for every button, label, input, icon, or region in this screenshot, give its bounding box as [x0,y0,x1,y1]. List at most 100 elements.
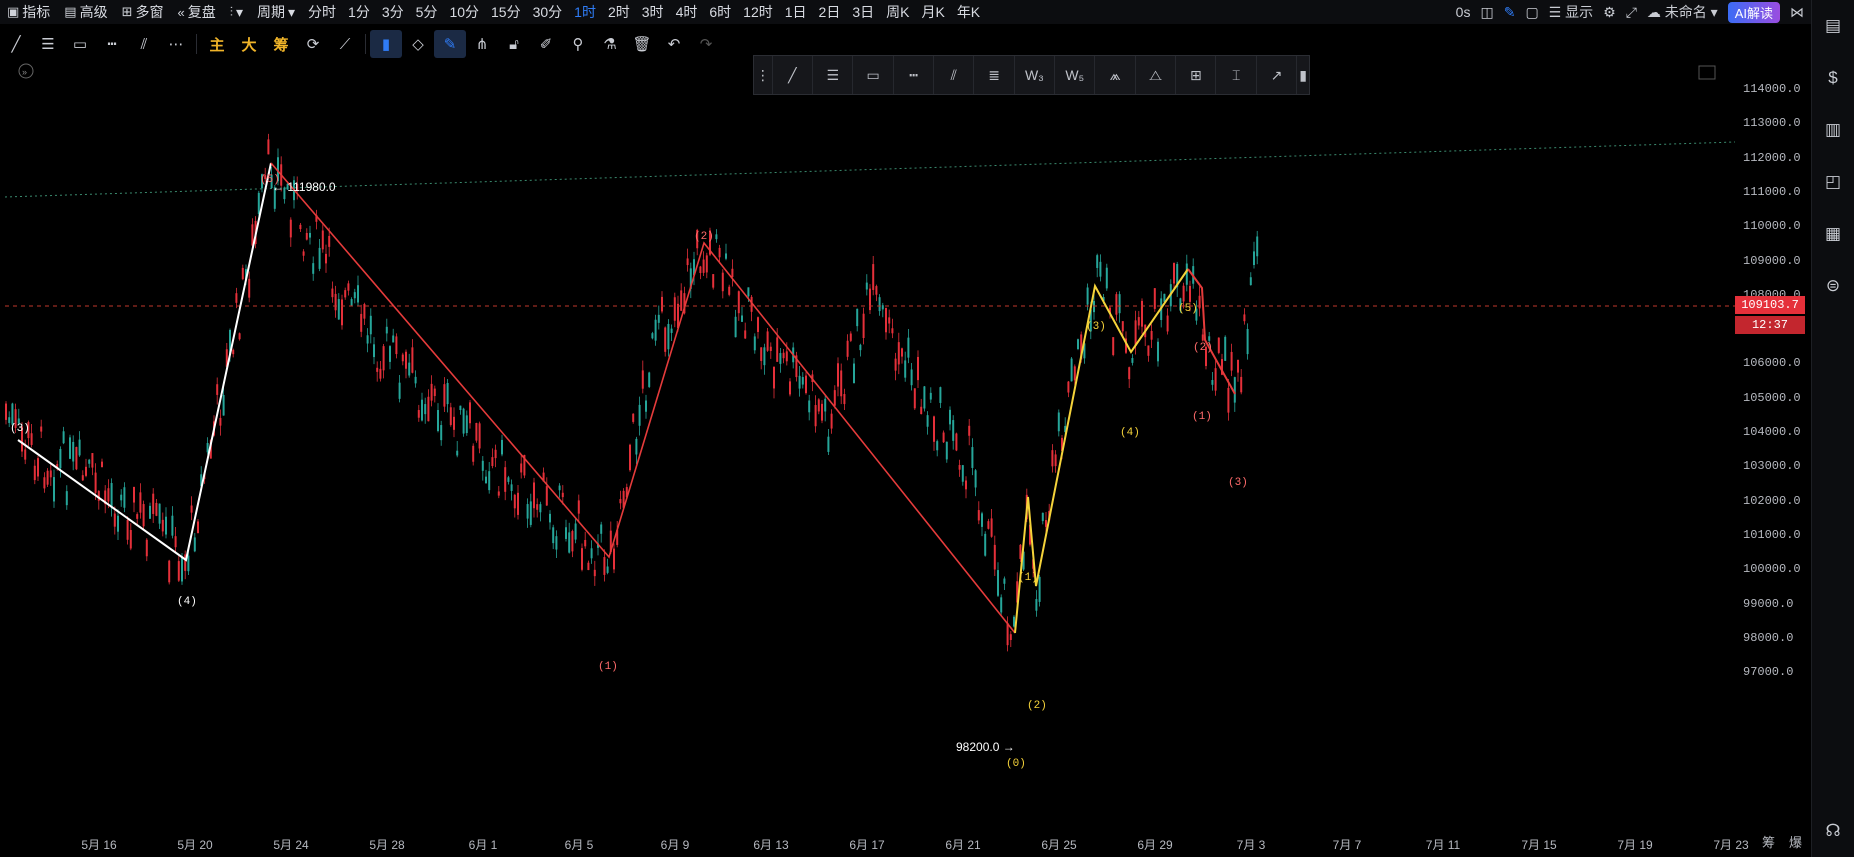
bar-chart-icon[interactable]: ▥ [1812,104,1854,156]
candle-body [801,377,804,385]
price-axis[interactable]: 114000.0 113000.0 112000.0 111000.0 110000.0… [1735,60,1812,832]
candle-body [993,544,996,570]
redo-icon[interactable]: ↷ [690,30,722,58]
chart-type-button[interactable]: ⫶ ▾ [223,4,250,21]
pencil-icon[interactable]: ✎ [1504,4,1516,21]
calendar-icon[interactable]: ▦ [1812,208,1854,260]
line-tool-icon[interactable]: ╱ [773,56,814,94]
period-17[interactable]: 月K [915,2,950,22]
chip-toggle[interactable]: 筹 [1762,832,1775,851]
horizontal-lines-icon[interactable]: ☰ [32,30,64,58]
period-13[interactable]: 1日 [779,2,813,22]
fullscreen-icon[interactable]: ⤢ [1626,4,1637,21]
period-15[interactable]: 3日 [846,2,880,22]
bookmark-icon[interactable]: ▮ [370,30,402,58]
drag-handle-icon[interactable]: ⋮ [754,56,773,94]
period-12[interactable]: 12时 [737,2,779,22]
ai-interpret-button[interactable]: AI解读 [1727,1,1780,23]
candle-body [510,484,513,491]
triangle-tool-icon[interactable]: ⧍ [1136,56,1177,94]
layout-icon[interactable]: ▢ [1525,4,1538,21]
period-16[interactable]: 周K [880,2,915,22]
headset-icon[interactable]: ☊ [1812,805,1854,857]
burst-toggle[interactable]: 爆 [1789,832,1802,851]
red-wave-line[interactable] [270,162,1016,634]
arrow-tool-icon[interactable]: ↗ [1257,56,1298,94]
indicators-button[interactable]: ▣ 指标 [0,2,57,22]
period-4[interactable]: 10分 [443,2,485,22]
undo-icon[interactable]: ↶ [658,30,690,58]
period-1[interactable]: 1分 [342,2,376,22]
time-tick: 7月 7 [1332,838,1362,852]
share-icon[interactable]: ⋈ [1790,4,1804,21]
candle-body [629,444,631,471]
red-small-wave-line[interactable] [1187,268,1236,395]
price-chart[interactable]: (3) (4) (5) (1) (2) (0) (1) (2) (3) (4) … [0,60,1735,832]
period-2[interactable]: 3分 [376,2,410,22]
cloud-layout-button[interactable]: ☁ 未命名 ▾ [1647,2,1718,22]
period-0[interactable]: 分时 [302,2,342,22]
period-7[interactable]: 1时 [568,2,602,22]
white-wave-line[interactable] [17,162,272,562]
main-tool-button[interactable]: 主 [201,30,233,58]
maximize-pane-icon[interactable] [1698,65,1716,80]
period-11[interactable]: 6时 [703,2,737,22]
advanced-button[interactable]: ▤ 高级 [57,2,114,22]
multi-window-button[interactable]: ⊞ 多窗 [115,2,171,22]
time-axis[interactable]: 5月 16 5月 20 5月 24 5月 28 6月 1 6月 5 6月 9 6月 13 6月 … [0,832,1748,857]
hline-tool-icon[interactable]: ☰ [813,56,854,94]
draw-mode-icon[interactable]: ✎ [434,30,466,58]
wave-tool-icon[interactable]: W₃ [1015,56,1056,94]
candle-body [165,516,167,535]
camera-icon[interactable]: ◫ [1480,4,1493,21]
wave5-tool-icon[interactable]: W₅ [1055,56,1096,94]
candle-body [673,297,676,321]
parallel-channel-icon[interactable]: ⫽ [128,30,160,58]
display-button[interactable]: ☰ 显示 [1549,2,1593,22]
measure-icon[interactable]: ⟋ [329,30,361,58]
gear-icon[interactable]: ⚙ [1603,4,1616,21]
ruler-icon[interactable]: ┅ [96,30,128,58]
channel-tool-icon[interactable]: ⫽ [934,56,975,94]
filter-icon[interactable]: ⚗ [594,30,626,58]
range-tool-icon[interactable]: ┅ [894,56,935,94]
large-tool-button[interactable]: 大 [233,30,265,58]
magnet-icon[interactable]: ⋔ [466,30,498,58]
pattern-tool-icon[interactable]: ⩕ [1095,56,1136,94]
rect-tool-icon[interactable]: ▭ [853,56,894,94]
more-tools-icon[interactable]: ⋯ [160,30,192,58]
cycle-icon[interactable]: ⟳ [297,30,329,58]
period-9[interactable]: 3时 [636,2,670,22]
chip-tool-button[interactable]: 筹 [265,30,297,58]
candle-body [350,299,353,306]
lock-icon[interactable]: 🔓︎ [498,30,530,58]
eraser-icon[interactable]: ◇ [402,30,434,58]
trend-line-icon[interactable]: ╱ [0,30,32,58]
price-tick: 113000.0 [1743,116,1801,131]
candle-body [241,267,244,280]
sync-icon[interactable]: ⊜ [1812,260,1854,312]
period-10[interactable]: 4时 [670,2,704,22]
replay-button[interactable]: «复盘 [171,2,223,22]
period-3[interactable]: 5分 [410,2,444,22]
document-icon[interactable]: ▤ [1812,0,1854,52]
box-tool-icon[interactable]: ⊞ [1176,56,1217,94]
analysis-icon[interactable]: ◰ [1812,156,1854,208]
edit-icon[interactable]: ✐ [530,30,562,58]
dollar-icon[interactable]: $ [1812,52,1854,104]
brush-icon[interactable]: ⚲ [562,30,594,58]
period-6[interactable]: 30分 [527,2,569,22]
fib-tool-icon[interactable]: ≣ [974,56,1015,94]
candle-icon: ⫶ [229,4,233,19]
rectangle-icon[interactable]: ▭ [64,30,96,58]
period-14[interactable]: 2日 [813,2,847,22]
candle-body [110,483,113,507]
period-5[interactable]: 15分 [485,2,527,22]
period-8[interactable]: 2时 [602,2,636,22]
trash-icon[interactable]: 🗑︎ [626,30,658,58]
measure-tool-icon[interactable]: ⌶ [1216,56,1257,94]
drag-handle-end-icon[interactable]: ▮ [1297,56,1309,94]
period-dropdown[interactable]: 周期 ▾ [250,2,302,22]
period-18[interactable]: 年K [951,2,986,22]
candle-body [840,370,843,397]
